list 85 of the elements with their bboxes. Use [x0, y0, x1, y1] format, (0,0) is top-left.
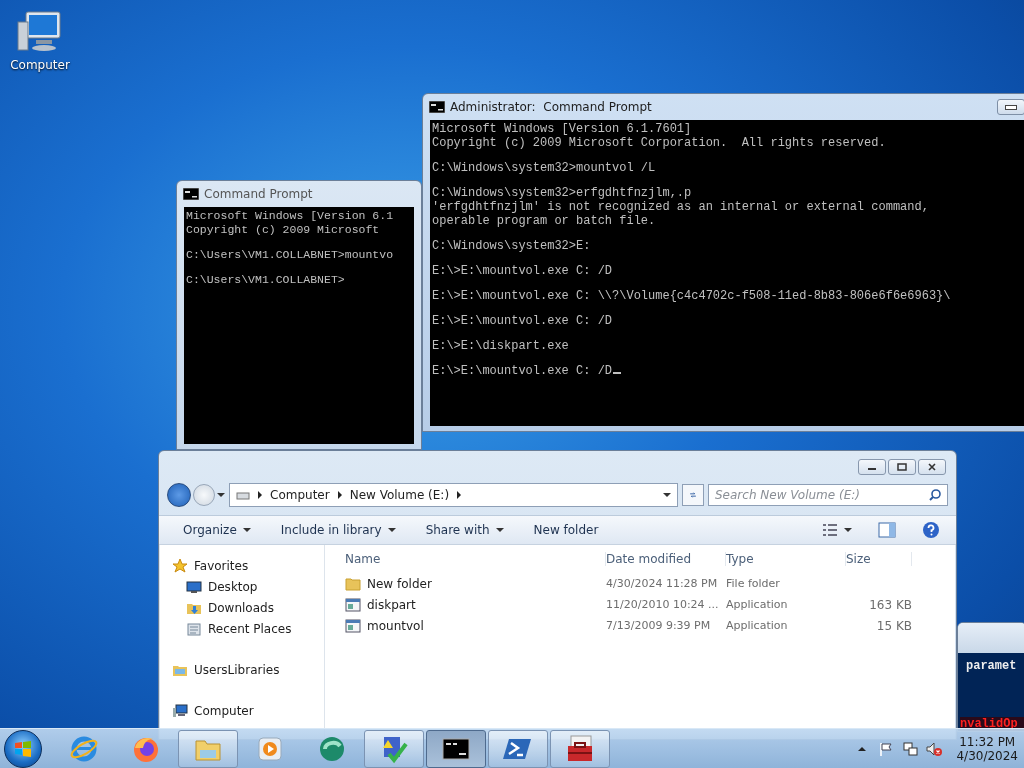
nav-item[interactable]: Desktop	[186, 578, 324, 595]
console-line: C:\Windows\system32>erfgdhtfnzjlm,.p	[432, 186, 692, 200]
monitor-icon	[186, 578, 202, 595]
address-bar[interactable]: Computer New Volume (E:)	[229, 482, 678, 507]
desktop-icon-label[interactable]: Computer	[10, 58, 70, 72]
star-icon	[172, 557, 188, 574]
folder-icon	[345, 575, 361, 592]
search-icon	[928, 487, 942, 502]
table-cell-text: 15 KB	[875, 618, 912, 633]
window-title: Administrator: Command Prompt	[450, 100, 652, 114]
console-line: C:\Users\VM1.COLLABNET>mountvo	[186, 248, 394, 262]
computer-icon	[172, 702, 188, 719]
column-header[interactable]: Size	[846, 552, 912, 566]
column-header[interactable]: Name	[345, 552, 606, 566]
column-header[interactable]: Type	[726, 552, 846, 566]
console-line: Microsoft Windows [Version 6.1.7601]	[432, 122, 692, 136]
breadcrumb[interactable]: Computer	[270, 487, 330, 502]
console-line: paramet	[965, 659, 1018, 673]
windows-logo-icon	[13, 738, 33, 759]
nav-item[interactable]: UsersLibraries	[172, 661, 324, 678]
taskbar-button[interactable]	[426, 729, 486, 768]
chevron-icon	[337, 490, 342, 499]
breadcrumb[interactable]: New Volume (E:)	[349, 487, 450, 502]
console-line: 'erfgdhtfnzjlm' is not recognized as an internal or external command,	[432, 200, 929, 214]
console-line: operable program or batch file.	[432, 214, 656, 228]
file-name[interactable]: mountvol	[367, 618, 424, 633]
console-line: Copyright (c) 2009 Microsoft Corporation. All rights reserved.	[432, 136, 886, 150]
table-cell-text: 163 KB	[868, 597, 912, 612]
console-line: C:\Users\VM1.COLLABNET>	[186, 273, 345, 287]
console-icon	[183, 188, 199, 200]
console-line: E:\>E:\mountvol.exe C: /D	[432, 264, 613, 278]
toolbox-icon[interactable]	[565, 733, 595, 764]
caret-icon[interactable]	[663, 492, 671, 497]
speaker-muted-icon[interactable]	[926, 740, 943, 757]
table-cell-text: File folder	[726, 577, 781, 590]
nav-item[interactable]: Computer	[172, 702, 324, 719]
console-line: Copyright (c) 2009 Microsoft	[186, 223, 380, 237]
chevron-icon	[258, 490, 262, 499]
close-button[interactable]	[918, 459, 946, 475]
clock[interactable]: 11:32 PM 4/30/2024	[956, 734, 1018, 763]
table-cell-text: 4/30/2024 11:28 PM	[606, 577, 719, 590]
toolbar-button[interactable]: New folder	[525, 520, 607, 540]
toolbar-button[interactable]: Share with	[417, 520, 512, 540]
minimize-button[interactable]	[858, 459, 886, 475]
square-icon	[897, 463, 907, 471]
file-name[interactable]: New folder	[367, 576, 432, 591]
console-line: C:\Windows\system32>mountvol /L	[432, 161, 656, 175]
computer-icon[interactable]	[16, 8, 64, 54]
view-options-button[interactable]	[822, 524, 852, 536]
table-cell-text: 7/13/2009 9:39 PM	[606, 619, 712, 632]
nav-item[interactable]: Downloads	[186, 599, 324, 616]
window-title-bar	[958, 623, 1024, 653]
search-field[interactable]: Search New Volume (E:)	[708, 483, 948, 506]
start-button[interactable]	[4, 729, 42, 768]
console-line: C:\Windows\system32>E:	[432, 239, 591, 253]
console-line: E:\>E:\mountvol.exe C: \\?\Volume{c4c4702c-f508-11ed-8b83-806e6f6e6963}\	[432, 289, 951, 303]
taskbar-button[interactable]	[550, 729, 610, 768]
help-icon[interactable]	[922, 521, 940, 539]
drive-icon	[236, 489, 250, 500]
nav-item[interactable]: Recent Places	[186, 620, 324, 637]
console-line: E:\>E:\mountvol.exe C: /D	[432, 314, 613, 328]
console-icon	[429, 101, 445, 113]
close-icon	[927, 463, 937, 471]
nav-item[interactable]: Favorites	[172, 557, 324, 574]
console-line: E:\>E:\diskpart.exe	[432, 339, 569, 353]
console-line: E:\>E:\mountvol.exe C: /D	[432, 364, 622, 378]
recent-places-icon	[186, 620, 202, 637]
table-cell-text: Application	[726, 598, 789, 611]
window-title: Command Prompt	[204, 187, 313, 201]
network-icon[interactable]	[902, 740, 919, 757]
minimize-button[interactable]	[997, 99, 1024, 115]
toolbar-button[interactable]: Organize	[175, 520, 259, 540]
caret-icon[interactable]	[217, 492, 225, 497]
application-icon	[345, 617, 361, 634]
file-name[interactable]: diskpart	[367, 597, 416, 612]
back-button[interactable]	[167, 482, 191, 507]
table-cell-text: Application	[726, 619, 789, 632]
table-cell-text: 11/20/2010 10:24 ...	[606, 598, 720, 611]
chevron-icon	[457, 490, 462, 499]
flag-icon[interactable]	[878, 740, 895, 757]
maximize-button[interactable]	[888, 459, 916, 475]
toolbar-button[interactable]: Include in library	[272, 520, 404, 540]
console-line: Microsoft Windows [Version 6.1	[186, 209, 394, 223]
column-header[interactable]: Date modified	[606, 552, 726, 566]
application-icon	[345, 596, 361, 613]
